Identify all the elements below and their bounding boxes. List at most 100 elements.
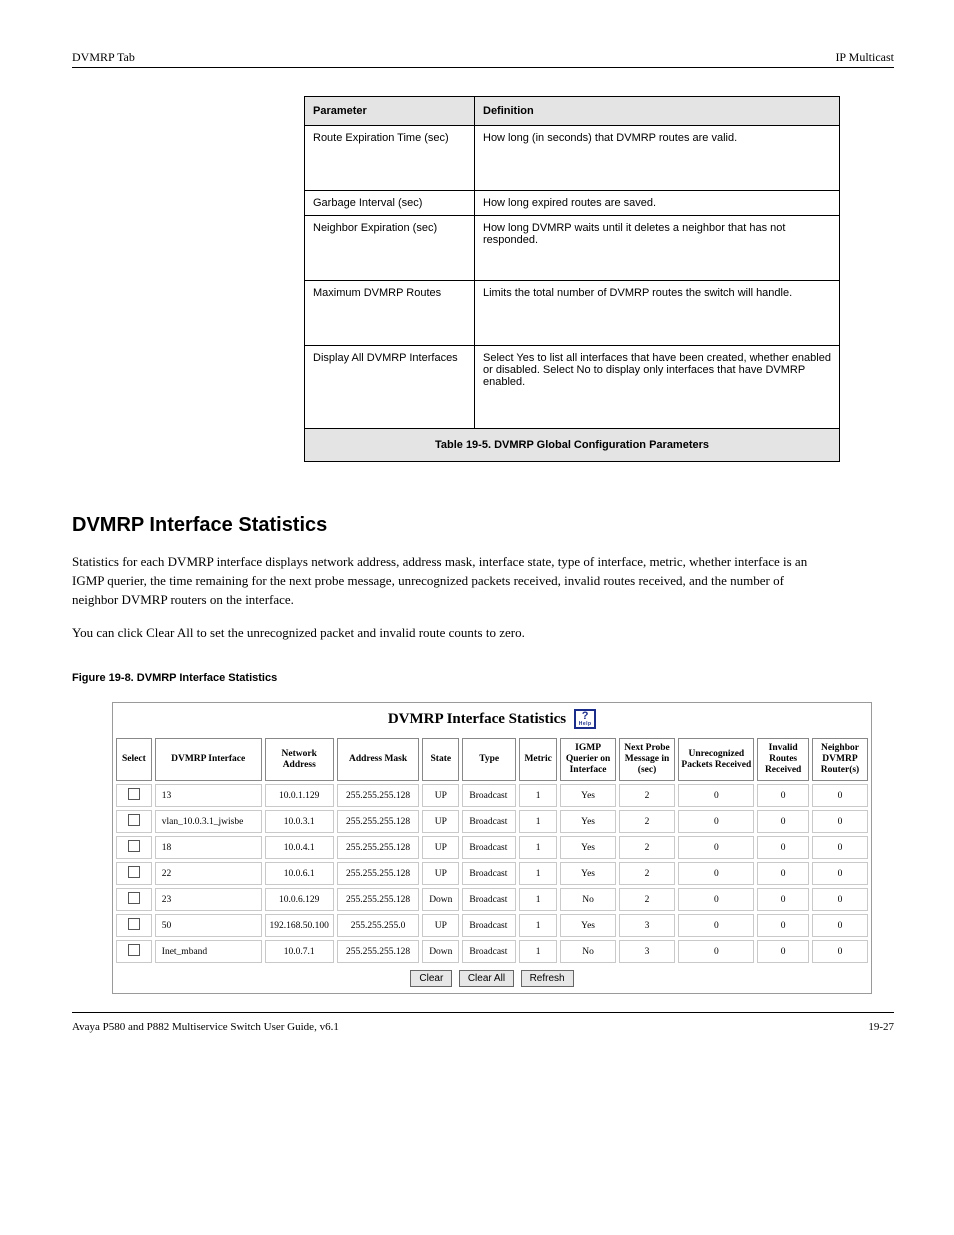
stats-cell-nbr: 0	[812, 810, 868, 833]
page-header: DVMRP Tab IP Multicast	[72, 50, 894, 65]
clear-button[interactable]: Clear	[410, 970, 452, 987]
stats-cell-inval: 0	[757, 888, 809, 911]
stats-cell-type: Broadcast	[462, 784, 516, 807]
table-row: Inet_mband10.0.7.1255.255.255.128DownBro…	[116, 940, 868, 963]
page-footer: Avaya P580 and P882 Multiservice Switch …	[72, 1021, 894, 1033]
row-checkbox[interactable]	[128, 944, 140, 956]
figure-caption: Figure 19-8. DVMRP Interface Statistics	[72, 672, 894, 684]
footer-left: Avaya P580 and P882 Multiservice Switch …	[72, 1021, 339, 1033]
stats-cell-addr: 10.0.3.1	[265, 810, 334, 833]
stats-cell-mask: 255.255.255.128	[337, 836, 419, 859]
stats-cell-metric: 1	[519, 914, 557, 937]
stats-cell-iface: 13	[155, 784, 262, 807]
stats-cell-metric: 1	[519, 940, 557, 963]
stats-cell-unrec: 0	[678, 810, 754, 833]
stats-cell-state: Down	[422, 940, 459, 963]
button-row: Clear Clear All Refresh	[113, 966, 871, 993]
section-title: DVMRP Interface Statistics	[72, 514, 894, 537]
clear-all-button[interactable]: Clear All	[459, 970, 514, 987]
header-left: DVMRP Tab	[72, 50, 135, 65]
row-checkbox[interactable]	[128, 840, 140, 852]
row-checkbox[interactable]	[128, 918, 140, 930]
header-right: IP Multicast	[835, 50, 894, 65]
stats-cell-probe: 3	[619, 914, 676, 937]
stats-cell-metric: 1	[519, 810, 557, 833]
stats-cell-state: UP	[422, 914, 459, 937]
stats-cell-mask: 255.255.255.128	[337, 862, 419, 885]
param-th-definition: Definition	[475, 97, 840, 126]
dvmrp-stats-panel: DVMRP Interface Statistics ? Help Select…	[112, 702, 872, 994]
stats-cell-type: Broadcast	[462, 914, 516, 937]
stats-cell-igmp: Yes	[560, 862, 615, 885]
stats-cell-metric: 1	[519, 784, 557, 807]
param-table-caption: Table 19-5. DVMRP Global Configuration P…	[305, 429, 840, 462]
stats-th: Next Probe Message in (sec)	[619, 738, 676, 781]
stats-cell-iface: 18	[155, 836, 262, 859]
table-row: 50192.168.50.100255.255.255.0UPBroadcast…	[116, 914, 868, 937]
param-name: Maximum DVMRP Routes	[305, 281, 475, 346]
stats-cell-metric: 1	[519, 888, 557, 911]
stats-th: Network Address	[265, 738, 334, 781]
stats-cell-addr: 10.0.6.1	[265, 862, 334, 885]
stats-cell-metric: 1	[519, 836, 557, 859]
stats-cell-mask: 255.255.255.128	[337, 784, 419, 807]
stats-cell-inval: 0	[757, 862, 809, 885]
param-name: Neighbor Expiration (sec)	[305, 216, 475, 281]
stats-cell-igmp: No	[560, 888, 615, 911]
stats-th: IGMP Querier on Interface	[560, 738, 615, 781]
stats-cell-type: Broadcast	[462, 940, 516, 963]
stats-cell-igmp: Yes	[560, 810, 615, 833]
row-checkbox[interactable]	[128, 866, 140, 878]
stats-cell-iface: Inet_mband	[155, 940, 262, 963]
stats-cell-inval: 0	[757, 784, 809, 807]
select-cell	[116, 940, 152, 963]
stats-cell-state: UP	[422, 784, 459, 807]
stats-cell-probe: 2	[619, 888, 676, 911]
select-cell	[116, 914, 152, 937]
stats-cell-probe: 3	[619, 940, 676, 963]
stats-cell-state: UP	[422, 810, 459, 833]
stats-cell-metric: 1	[519, 862, 557, 885]
stats-cell-addr: 10.0.6.129	[265, 888, 334, 911]
stats-th: Select	[116, 738, 152, 781]
stats-cell-igmp: Yes	[560, 784, 615, 807]
footer-right: 19-27	[868, 1021, 894, 1033]
stats-cell-probe: 2	[619, 810, 676, 833]
param-definition: How long (in seconds) that DVMRP routes …	[475, 126, 840, 191]
param-name: Route Expiration Time (sec)	[305, 126, 475, 191]
stats-cell-type: Broadcast	[462, 810, 516, 833]
stats-cell-nbr: 0	[812, 888, 868, 911]
stats-cell-addr: 10.0.4.1	[265, 836, 334, 859]
stats-cell-state: UP	[422, 862, 459, 885]
row-checkbox[interactable]	[128, 788, 140, 800]
help-icon[interactable]: ? Help	[574, 709, 596, 729]
refresh-button[interactable]: Refresh	[521, 970, 574, 987]
stats-th: Unrecognized Packets Received	[678, 738, 754, 781]
stats-cell-nbr: 0	[812, 836, 868, 859]
stats-cell-nbr: 0	[812, 784, 868, 807]
row-checkbox[interactable]	[128, 892, 140, 904]
select-cell	[116, 862, 152, 885]
select-cell	[116, 888, 152, 911]
stats-th: State	[422, 738, 459, 781]
stats-th: Type	[462, 738, 516, 781]
stats-cell-inval: 0	[757, 914, 809, 937]
stats-cell-unrec: 0	[678, 888, 754, 911]
stats-cell-type: Broadcast	[462, 862, 516, 885]
stats-cell-state: UP	[422, 836, 459, 859]
param-table: Parameter Definition Route Expiration Ti…	[304, 96, 840, 462]
row-checkbox[interactable]	[128, 814, 140, 826]
param-definition: Limits the total number of DVMRP routes …	[475, 281, 840, 346]
table-row: 1810.0.4.1255.255.255.128UPBroadcast1Yes…	[116, 836, 868, 859]
stats-cell-probe: 2	[619, 784, 676, 807]
stats-cell-nbr: 0	[812, 914, 868, 937]
stats-cell-mask: 255.255.255.128	[337, 888, 419, 911]
section-paragraph-2: You can click Clear All to set the unrec…	[72, 624, 832, 643]
footer-rule	[72, 1012, 894, 1013]
stats-cell-unrec: 0	[678, 784, 754, 807]
select-cell	[116, 784, 152, 807]
stats-cell-mask: 255.255.255.128	[337, 810, 419, 833]
table-row: 2210.0.6.1255.255.255.128UPBroadcast1Yes…	[116, 862, 868, 885]
select-cell	[116, 836, 152, 859]
param-name: Garbage Interval (sec)	[305, 191, 475, 216]
